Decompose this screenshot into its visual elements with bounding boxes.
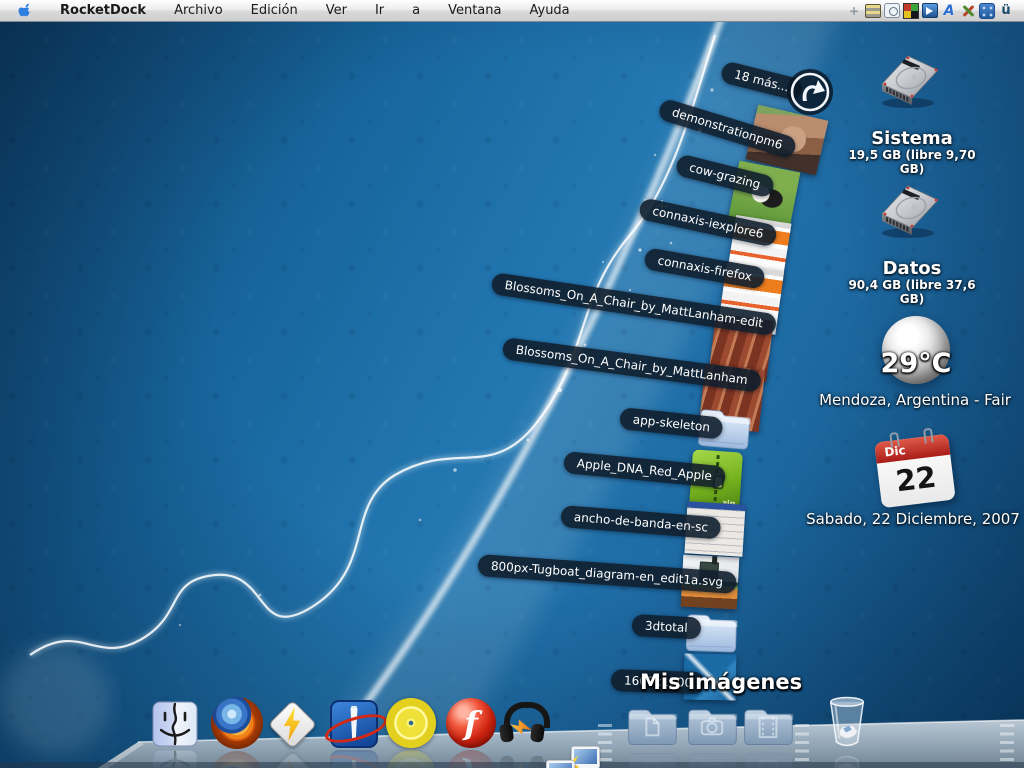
dock-icon-trash[interactable] [824,692,870,750]
calendar-widget: Dic 22 [874,427,956,509]
dock-icon-lighthouse-app[interactable] [322,700,390,749]
documents-folder-icon [624,702,680,748]
system-disk-name: Sistema [871,128,953,149]
data-disk-icon[interactable] [874,178,946,240]
blue-grid-icon-glyph [979,2,995,19]
stack-item-label[interactable]: 3dtotal [631,614,702,640]
flash-sphere-shape: f [446,698,496,748]
wallpaper-light-swoosh [0,0,847,755]
network-computers-icon [544,744,600,768]
calendar-ring-icon [922,427,934,444]
dock-icon-audio-headphones[interactable] [496,698,550,748]
headphones-icon [496,698,550,748]
dock-icon-network-computers[interactable] [544,744,600,768]
dock-icon-finder[interactable] [152,701,198,747]
dock-icon-flash-player[interactable]: f [446,698,496,748]
lighthouse-lamp-shape [351,705,357,710]
keyboard-icon-glyph [865,3,881,18]
imac-screen-shape [549,763,572,768]
data-disk-name: Datos [882,258,942,279]
dock-icon-movies-folder[interactable] [740,702,796,748]
dock-divider-dashes [598,724,612,764]
color-quadrant-icon[interactable] [903,2,919,19]
dock-icon-firefox[interactable] [211,697,263,749]
dock-divider-dashes [1000,724,1014,764]
menu-item-ir[interactable]: Ir [361,0,398,22]
color-quadrant-icon-glyph [903,2,919,19]
open-stack-arrow-button[interactable] [786,68,834,116]
calendar-date-line: Sabado, 22 Diciembre, 2007 [806,510,1020,528]
system-disk-capacity: 19,5 GB (libre 9,70 GB) [848,148,976,176]
red-cross-icon[interactable] [960,3,976,19]
finder-icon [152,701,198,747]
lighthouse-tile-shape [322,700,390,749]
menu-item-edicion[interactable]: Edición [237,0,312,22]
system-tray: + A ü [846,2,1018,19]
weather-temperature: 29°C [880,348,952,379]
calendar-ring-icon [889,431,900,448]
menu-item-archivo[interactable]: Archivo [160,0,237,22]
dock-shelf [0,719,1024,768]
apple-menu[interactable] [14,2,36,20]
plus-icon[interactable]: + [846,3,862,19]
keyboard-icon[interactable] [865,3,881,19]
apple-logo-icon [18,3,29,17]
firefox-icon [211,697,263,749]
flash-icon: f [446,698,496,748]
dock-icon-documents-folder[interactable] [624,702,680,748]
tugboat-funnel-shape [712,556,717,565]
dock-icon-cd-burner[interactable] [386,698,436,748]
data-disk-capacity: 90,4 GB (libre 37,6 GB) [848,278,976,306]
system-disk-icon[interactable] [874,48,946,110]
chat-clock-icon-glyph [884,3,900,18]
dock-icon-winamp[interactable] [267,699,318,750]
dock-divider-dashes [795,724,809,764]
trash-icon [824,692,870,750]
menu-item-a[interactable]: a [398,0,434,22]
headphones-cup-shape [529,723,546,743]
pictures-folder-icon [684,702,740,748]
imac-shape [546,760,575,768]
umlaut-icon[interactable]: ü [998,3,1014,19]
window-arrow-icon-glyph [922,3,938,18]
headphones-cup-shape [498,723,515,743]
chat-clock-icon[interactable] [884,3,900,19]
menu-item-ayuda[interactable]: Ayuda [515,0,583,22]
red-cross-icon-glyph [961,4,975,18]
firefox-globe-shape [211,697,263,749]
letter-a-icon[interactable]: A [941,3,957,19]
blue-grid-icon[interactable] [979,2,995,19]
lighthouse-icon [322,700,390,749]
stack-title: Mis imágenes [640,670,803,694]
cd-disc-shape [386,698,436,748]
desktop: RocketDock Archivo Edición Ver Ir a Vent… [0,0,1024,768]
menu-item-ventana[interactable]: Ventana [434,0,515,22]
dock-icon-pictures-folder[interactable] [684,702,740,748]
movies-folder-icon [740,702,796,748]
winamp-icon [267,699,318,750]
window-arrow-icon[interactable] [922,3,938,19]
menu-item-ver[interactable]: Ver [312,0,361,22]
menu-bar: RocketDock Archivo Edición Ver Ir a Vent… [0,0,1024,22]
flash-letter: f [464,704,478,742]
imac-shape [571,746,600,768]
weather-location: Mendoza, Argentina - Fair [819,391,1011,409]
menu-item-rocketdock[interactable]: RocketDock [46,0,160,22]
cd-icon [386,698,436,748]
calendar-day: 22 [893,459,939,499]
